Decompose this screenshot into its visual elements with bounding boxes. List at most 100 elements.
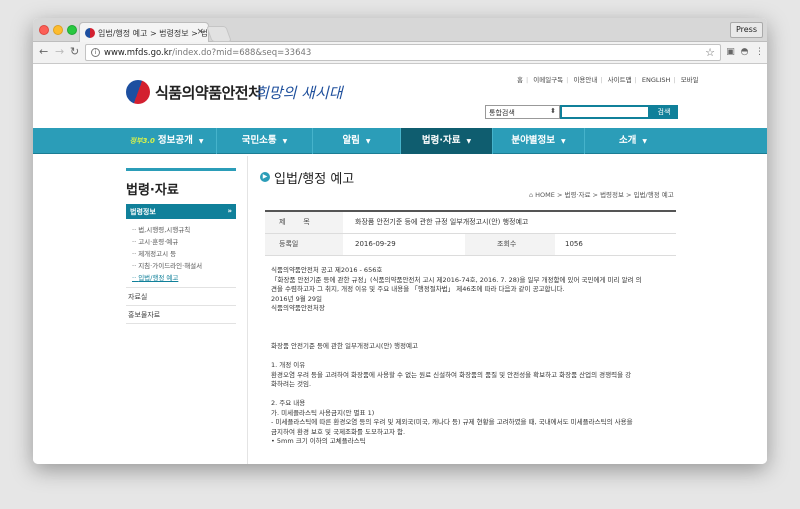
sidebar-subitem[interactable]: ·· 법,시행령,시행규칙: [132, 224, 190, 234]
body-line: - 미세플라스틱에 따른 환경오염 등의 우려 및 제외국(미국, 캐나다 등)…: [271, 418, 633, 426]
breadcrumb-home[interactable]: HOME: [535, 191, 555, 199]
title-bullet-icon: ▶: [260, 172, 270, 182]
page-title: 입법/행정 예고: [274, 172, 355, 187]
nav-item-about[interactable]: 소개 ▼: [585, 128, 681, 154]
forward-arrow-icon[interactable]: →: [55, 45, 64, 58]
double-chevron-icon: »: [227, 207, 232, 215]
sidebar-title: 법령·자료: [126, 168, 236, 198]
sidebar-subitem[interactable]: ·· 지침·가이드라인·해설서: [132, 260, 202, 270]
util-link-home[interactable]: 홈: [517, 76, 523, 84]
sidebar-divider: [126, 305, 236, 306]
dropdown-arrow-icon: ▼: [198, 138, 204, 145]
util-link-guide[interactable]: 이용안내: [573, 76, 597, 84]
util-link-sitemap[interactable]: 사이트맵: [608, 76, 632, 84]
post-body: 식품의약품안전처 공고 제2016 - 656호 「화장품 안전기준 등에 관한 …: [271, 266, 671, 447]
browser-tab[interactable]: 입법/행정 예고 > 법령정보 > 법령·자 ×: [79, 22, 209, 43]
extension-icon[interactable]: ◓: [739, 47, 750, 58]
nav-item-communication[interactable]: 국민소통 ▼: [217, 128, 313, 154]
dropdown-arrow-icon: ▼: [466, 138, 472, 145]
sidebar-divider: [126, 323, 236, 324]
views-label: 조회수: [465, 234, 555, 255]
info-icon[interactable]: i: [91, 48, 100, 57]
nav-item-field-info[interactable]: 분야별정보 ▼: [493, 128, 585, 154]
nav-item-info-disclosure[interactable]: 정부3.0 정보공개 ▼: [117, 128, 217, 154]
minimize-window-button[interactable]: [53, 25, 63, 35]
search-input[interactable]: [560, 105, 650, 119]
search-scope-select[interactable]: 통합검색 ⬍: [485, 105, 560, 119]
breadcrumb-current: 입법/행정 예고: [633, 191, 674, 199]
extension-icon[interactable]: ▣: [725, 47, 736, 58]
back-arrow-icon[interactable]: ←: [39, 45, 48, 58]
press-button[interactable]: Press: [729, 22, 763, 38]
body-line: 1. 개정 이유: [271, 361, 306, 369]
util-link-english[interactable]: ENGLISH: [642, 76, 671, 84]
search-button[interactable]: 검색: [650, 105, 678, 119]
dropdown-arrow-icon: ▼: [642, 138, 648, 145]
dropdown-arrow-icon: ▼: [561, 138, 566, 145]
tab-close-icon[interactable]: ×: [196, 27, 204, 37]
body-line: 식품의약품안전처 공고 제2016 - 656호: [271, 266, 383, 274]
post-date: 2016-09-29: [355, 240, 396, 248]
sidebar-divider: [126, 287, 236, 288]
body-line: 금지하여 환경 보호 및 국제조화를 도모하고자 함.: [271, 427, 406, 436]
body-line: 2. 주요 내용: [271, 399, 306, 407]
main-navigation: 정부3.0 정보공개 ▼ 국민소통 ▼ 알림 ▼ 법령·자료 ▼ 분야별정보 ▼ 소개 ▼: [33, 128, 767, 154]
sidebar-subitem[interactable]: ·· 제개정고시 등: [132, 248, 176, 258]
post-subject: 화장품 안전기준 등에 관한 규정 일부개정고시(안) 행정예고: [355, 218, 529, 226]
title-bar: 입법/행정 예고 > 법령정보 > 법령·자 × Press: [33, 18, 767, 43]
dropdown-arrow-icon: ▼: [282, 138, 288, 145]
body-line: 식품의약품안전처장: [271, 304, 325, 312]
body-line: 견을 수렴하고자 그 취지, 개정 이유 및 주요 내용을 「행정절차법」 제4…: [271, 285, 565, 293]
sidebar-section-law-info[interactable]: 법령정보 »: [126, 204, 236, 219]
util-link-mobile[interactable]: 모바일: [681, 76, 699, 84]
browser-toolbar: ← → ↻ i www.mfds.go.kr/index.do?mid=688&…: [33, 42, 767, 64]
home-icon: ⌂: [529, 191, 534, 199]
nav-item-notice[interactable]: 알림 ▼: [313, 128, 401, 154]
breadcrumb: ⌂ HOME > 법령·자료 > 법령정보 > 입법/행정 예고: [529, 191, 674, 199]
meta-row: 등록일 2016-09-29 조회수 1056: [265, 234, 676, 256]
content-divider: [247, 156, 248, 464]
bookmark-star-icon[interactable]: ☆: [705, 46, 715, 59]
body-line: • 5mm 크기 이하의 고체플라스틱: [271, 437, 366, 445]
government-emblem-icon[interactable]: [126, 80, 150, 104]
body-line: 화장품 안전기준 등에 관한 일부개정고시(안) 행정예고: [271, 342, 418, 350]
menu-dots-icon[interactable]: ⋮: [754, 47, 765, 58]
select-caret-icon: ⬍: [550, 107, 556, 115]
browser-window: 입법/행정 예고 > 법령정보 > 법령·자 × Press ← → ↻ i w…: [33, 18, 767, 464]
sidebar-item-promo[interactable]: 홍보물자료: [128, 310, 160, 320]
breadcrumb-item[interactable]: 법령정보: [600, 191, 624, 199]
page-viewport: 홈 | 이메일구독 | 이용안내 | 사이트맵 | ENGLISH | 모바일 식품의약품…: [33, 64, 767, 464]
date-label: 등록일: [265, 234, 343, 255]
body-line: 「화장품 안전기준 등에 관한 규정」(식품의약품안전처 고시 제2016-74…: [271, 275, 642, 284]
body-line: 가. 미세플라스틱 사용금지(안 별표 1): [271, 408, 375, 417]
zoom-window-button[interactable]: [67, 25, 77, 35]
gov30-badge: 정부3.0: [129, 137, 155, 145]
reload-icon[interactable]: ↻: [70, 45, 79, 58]
nav-item-laws-data[interactable]: 법령·자료 ▼: [401, 128, 493, 154]
sidebar-item-archive[interactable]: 자료실: [128, 292, 147, 302]
body-line: 2016년 9월 29일: [271, 294, 323, 303]
util-link-email[interactable]: 이메일구독: [533, 76, 563, 84]
site-logo-text[interactable]: 식품의약품안전처: [155, 82, 262, 103]
site-favicon-icon: [85, 28, 95, 38]
new-tab-button[interactable]: [206, 26, 232, 42]
breadcrumb-item[interactable]: 법령·자료: [564, 191, 590, 199]
sidebar-subitem[interactable]: ·· 고시·훈령·예규: [132, 236, 178, 246]
close-window-button[interactable]: [39, 25, 49, 35]
subject-row: 제 목 화장품 안전기준 등에 관한 규정 일부개정고시(안) 행정예고: [265, 212, 676, 234]
dropdown-arrow-icon: ▼: [365, 138, 371, 145]
address-bar[interactable]: i www.mfds.go.kr/index.do?mid=688&seq=33…: [85, 44, 721, 61]
body-line: 화하려는 것임.: [271, 380, 312, 388]
url-path: /index.do?mid=688&seq=33643: [172, 48, 312, 58]
tab-title: 입법/행정 예고 > 법령정보 > 법령·자: [98, 29, 208, 38]
sidebar-subitem-current[interactable]: ·· 입법/행정 예고: [132, 272, 178, 282]
body-line: 환경오염 우려 등을 고려하여 화장품에 사용할 수 없는 원료 신설하여 화장…: [271, 370, 632, 379]
post-views: 1056: [565, 240, 583, 248]
utility-links: 홈 | 이메일구독 | 이용안내 | 사이트맵 | ENGLISH | 모바일: [517, 76, 699, 84]
slogan-logo: 희망의 새시대: [255, 84, 343, 102]
